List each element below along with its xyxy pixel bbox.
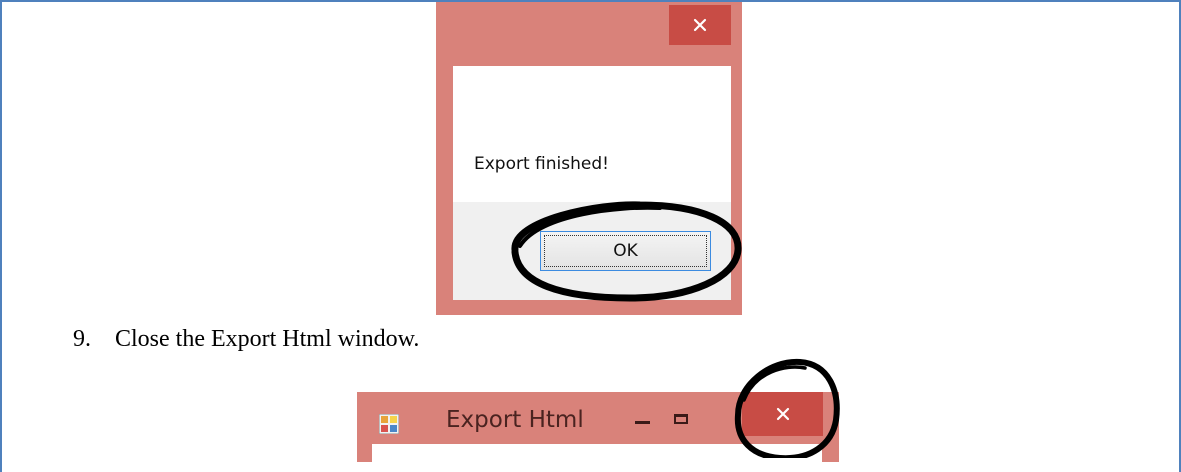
- message-box-footer: OK: [453, 202, 731, 300]
- close-icon: [693, 18, 707, 32]
- maximize-icon: [674, 414, 688, 424]
- message-box-close-button[interactable]: [669, 5, 731, 45]
- step-text: Close the Export Html window.: [115, 326, 420, 352]
- message-text: Export finished!: [474, 154, 609, 174]
- app-window-icon: [379, 414, 399, 434]
- maximize-button[interactable]: [666, 408, 696, 430]
- message-box-body: Export finished! OK: [453, 66, 731, 300]
- instruction-step: 9. Close the Export Html window.: [73, 326, 419, 353]
- window-client-area: [372, 444, 822, 464]
- ok-button-label: OK: [613, 241, 638, 261]
- export-html-title-bar: Export Html: [357, 392, 839, 464]
- window-title: Export Html: [446, 407, 584, 433]
- minimize-button[interactable]: [627, 408, 657, 432]
- message-box-window: Export finished! OK: [436, 2, 742, 315]
- close-icon: [776, 407, 789, 421]
- window-close-button[interactable]: [742, 392, 823, 436]
- ok-button[interactable]: OK: [540, 231, 711, 271]
- minimize-icon: [634, 420, 650, 424]
- step-number: 9.: [73, 326, 91, 352]
